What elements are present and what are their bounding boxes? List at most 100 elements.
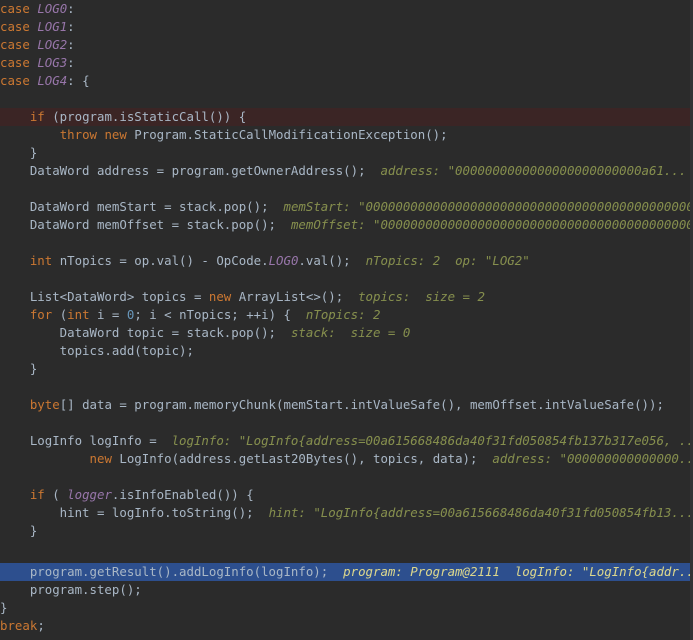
code-line[interactable]: topics.add(topic); bbox=[0, 342, 693, 360]
code-token: topics.add(topic); bbox=[0, 343, 194, 358]
code-token: LOG0 bbox=[268, 253, 299, 268]
code-line[interactable]: } bbox=[0, 599, 693, 617]
inline-debug-value: logInfo: "LogInfo{address=00a615668486da… bbox=[171, 433, 693, 448]
inline-debug-value: nTopics: 2 op: "LOG2" bbox=[365, 253, 530, 268]
code-line[interactable]: break; bbox=[0, 617, 693, 635]
code-token: LOG0 bbox=[37, 1, 68, 16]
code-token: ; i < nTopics; ++i) { bbox=[134, 307, 306, 322]
code-line[interactable]: case LOG2: bbox=[0, 36, 693, 54]
code-line[interactable]: LogInfo logInfo = logInfo: "LogInfo{addr… bbox=[0, 432, 693, 450]
code-line[interactable]: DataWord topic = stack.pop(); stack: siz… bbox=[0, 324, 693, 342]
code-token: for bbox=[29, 307, 53, 322]
code-token: break bbox=[0, 618, 38, 633]
code-line[interactable]: if ( logger.isInfoEnabled()) { bbox=[0, 486, 693, 504]
inline-debug-value: memOffset: "0000000000000000000000000000… bbox=[290, 217, 693, 232]
code-token: : { bbox=[67, 73, 90, 88]
code-token: List<DataWord> topics = bbox=[0, 289, 209, 304]
code-token: LOG4 bbox=[37, 73, 68, 88]
code-token: case bbox=[0, 1, 38, 16]
code-line[interactable]: hint = logInfo.toString(); hint: "LogInf… bbox=[0, 504, 693, 522]
code-token: nTopics = op.val() - OpCode. bbox=[52, 253, 269, 268]
code-token: logger bbox=[67, 487, 112, 502]
code-line[interactable]: } bbox=[0, 360, 693, 378]
code-line[interactable]: byte[] data = program.memoryChunk(memSta… bbox=[0, 396, 693, 414]
code-line[interactable]: } bbox=[0, 144, 693, 162]
inline-debug-value: stack: size = 0 bbox=[290, 325, 411, 340]
code-line[interactable]: DataWord memOffset = stack.pop(); memOff… bbox=[0, 216, 693, 234]
inline-debug-value: address: "0000000000000000000000000a61..… bbox=[380, 163, 687, 178]
code-token: program.getResult().addLogInfo(logInfo); bbox=[0, 564, 344, 579]
code-line[interactable]: case LOG1: bbox=[0, 18, 693, 36]
code-line[interactable]: case LOG3: bbox=[0, 54, 693, 72]
code-token: case bbox=[0, 19, 38, 34]
code-token: new bbox=[89, 451, 112, 466]
inline-debug-value: program: Program@2111 logInfo: "LogInfo{… bbox=[343, 564, 693, 579]
code-token: LogInfo logInfo = bbox=[0, 433, 172, 448]
code-line[interactable]: program.step(); bbox=[0, 581, 693, 599]
inline-debug-value: memStart: "00000000000000000000000000000… bbox=[283, 199, 693, 214]
code-line[interactable]: int nTopics = op.val() - OpCode.LOG0.val… bbox=[0, 252, 693, 270]
code-token: i = bbox=[89, 307, 127, 322]
code-token: (program.isStaticCall()) { bbox=[44, 109, 247, 124]
code-token: } bbox=[0, 145, 38, 160]
code-line[interactable]: for (int i = 0; i < nTopics; ++i) { nTop… bbox=[0, 306, 693, 324]
code-token: .isInfoEnabled()) { bbox=[111, 487, 254, 502]
code-token: : bbox=[67, 55, 75, 70]
code-line[interactable]: new LogInfo(address.getLast20Bytes(), to… bbox=[0, 450, 693, 468]
code-token: ArrayList<>(); bbox=[231, 289, 359, 304]
code-token: } bbox=[0, 600, 8, 615]
code-token: : bbox=[67, 19, 75, 34]
code-token: } bbox=[0, 523, 38, 538]
code-token: : bbox=[67, 1, 75, 16]
code-token: if bbox=[29, 487, 45, 502]
code-token: hint = logInfo.toString(); bbox=[0, 505, 269, 520]
code-token: int bbox=[29, 253, 53, 268]
code-token: ( bbox=[44, 487, 68, 502]
code-line[interactable]: DataWord address = program.getOwnerAddre… bbox=[0, 162, 693, 180]
breakpoint-line[interactable]: if (program.isStaticCall()) { bbox=[0, 108, 693, 126]
code-token: byte bbox=[29, 397, 60, 412]
code-token: [] data = program.memoryChunk(memStart.i… bbox=[59, 397, 664, 412]
code-token: ( bbox=[52, 307, 68, 322]
code-token: case bbox=[0, 37, 38, 52]
inline-debug-value: hint: "LogInfo{address=00a615668486da40f… bbox=[268, 505, 693, 520]
code-token: case bbox=[0, 73, 38, 88]
code-token: DataWord memStart = stack.pop(); bbox=[0, 199, 284, 214]
code-token: : bbox=[67, 37, 75, 52]
code-token: } bbox=[0, 361, 38, 376]
code-line[interactable]: } bbox=[0, 522, 693, 540]
code-token: DataWord topic = stack.pop(); bbox=[0, 325, 291, 340]
code-token: LOG2 bbox=[37, 37, 68, 52]
code-token: case bbox=[0, 55, 38, 70]
code-token: LOG3 bbox=[37, 55, 68, 70]
code-line[interactable]: List<DataWord> topics = new ArrayList<>(… bbox=[0, 288, 693, 306]
code-token: LOG1 bbox=[37, 19, 68, 34]
code-token: .val(); bbox=[298, 253, 366, 268]
code-token: if bbox=[29, 109, 45, 124]
code-line[interactable]: case LOG0: bbox=[0, 0, 693, 18]
code-line[interactable]: throw new Program.StaticCallModification… bbox=[0, 126, 693, 144]
code-token: program.step(); bbox=[0, 582, 142, 597]
code-token: int bbox=[67, 307, 90, 322]
code-token: Program.StaticCallModificationException(… bbox=[126, 127, 448, 142]
inline-debug-value: address: "000000000000000... bbox=[492, 451, 693, 466]
code-token: DataWord memOffset = stack.pop(); bbox=[0, 217, 291, 232]
code-token: DataWord address = program.getOwnerAddre… bbox=[0, 163, 381, 178]
current-execution-line[interactable]: program.getResult().addLogInfo(logInfo);… bbox=[0, 563, 693, 581]
code-line[interactable]: case LOG4: { bbox=[0, 72, 693, 90]
inline-debug-value: nTopics: 2 bbox=[305, 307, 381, 322]
inline-debug-value: topics: size = 2 bbox=[358, 289, 485, 304]
code-token: LogInfo(address.getLast20Bytes(), topics… bbox=[111, 451, 493, 466]
code-line[interactable]: DataWord memStart = stack.pop(); memStar… bbox=[0, 198, 693, 216]
code-token: new bbox=[208, 289, 232, 304]
code-editor[interactable]: case LOG0: case LOG1: case LOG2: case LOG3:… bbox=[0, 0, 693, 640]
code-token: ; bbox=[37, 618, 45, 633]
code-token: throw new bbox=[59, 127, 127, 142]
